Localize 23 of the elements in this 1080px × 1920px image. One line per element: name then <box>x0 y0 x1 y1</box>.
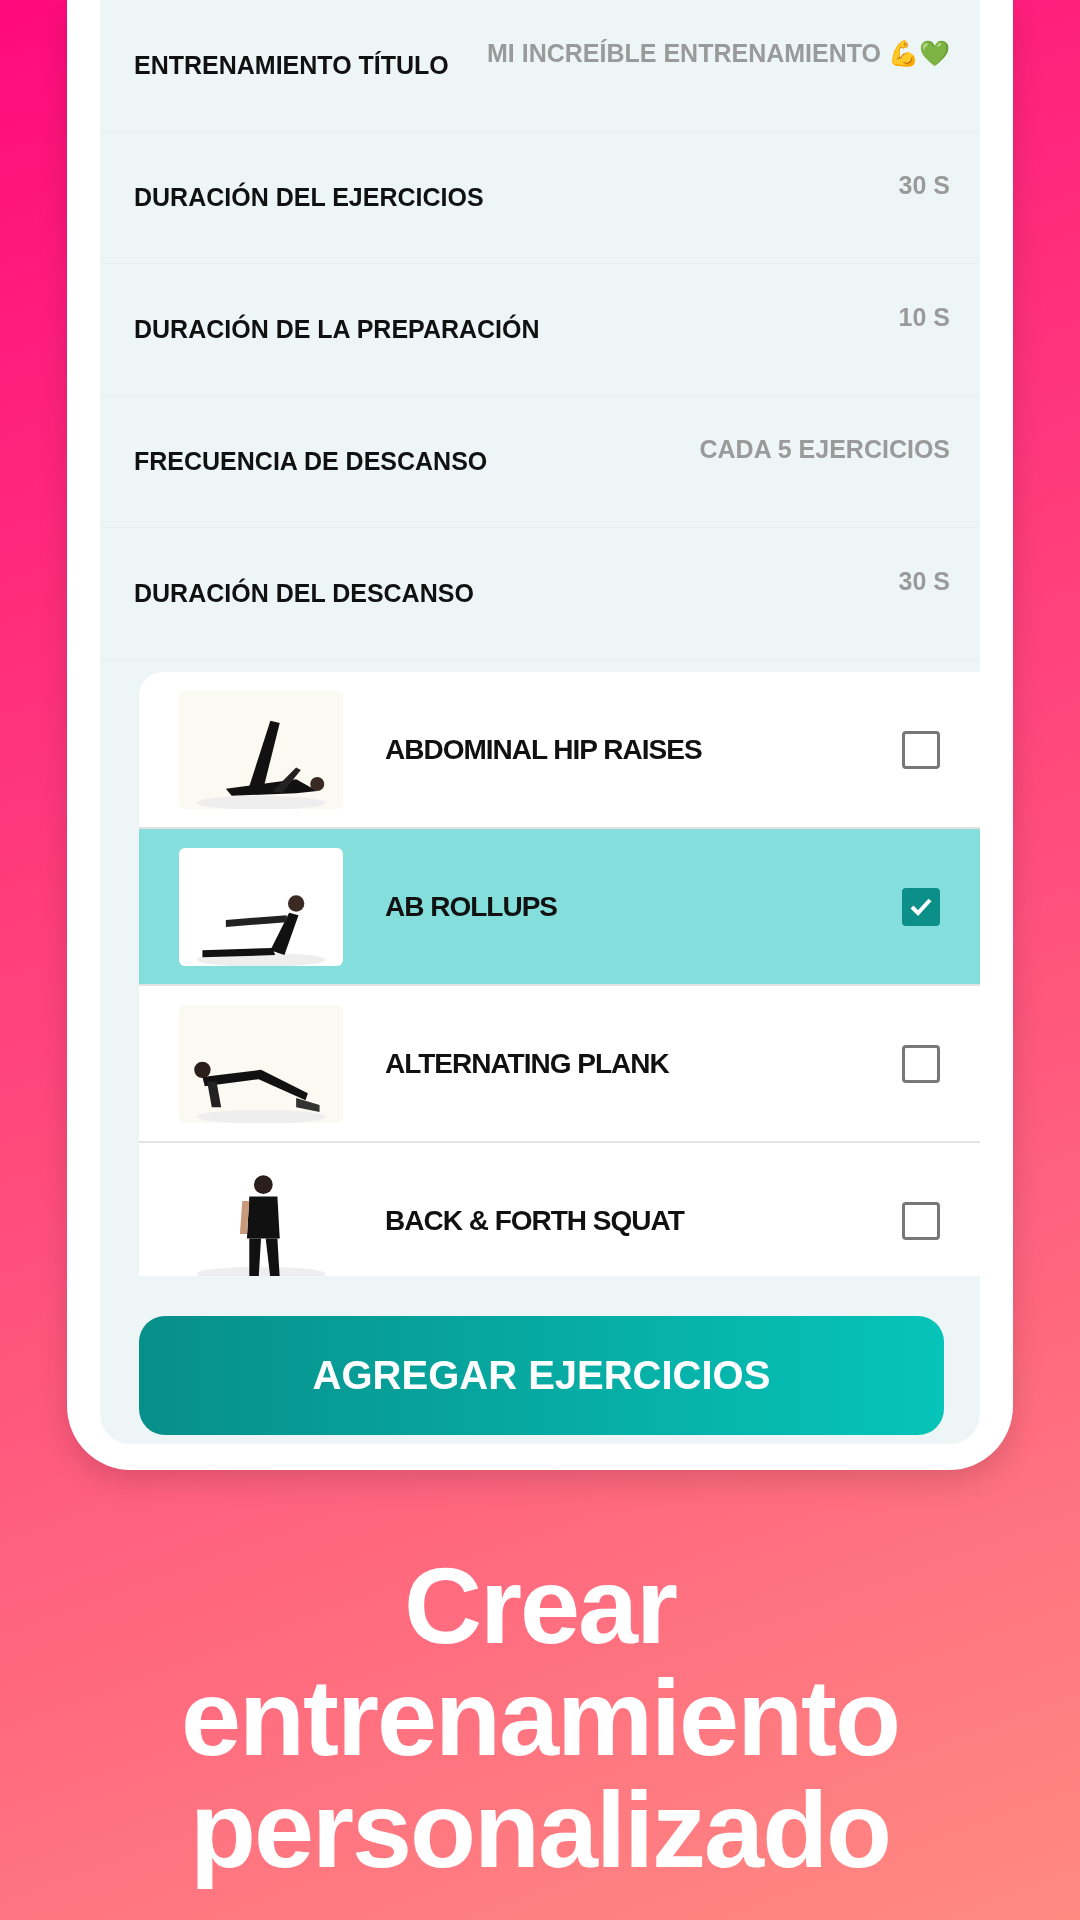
checkbox[interactable] <box>902 887 940 926</box>
setting-value[interactable]: 30 S <box>898 171 950 200</box>
setting-value[interactable]: MI INCREÍBLE ENTRENAMIENTO 💪💚 <box>487 39 950 68</box>
exercise-name: ABDOMINAL HIP RAISES <box>385 733 703 766</box>
setting-label: DURACIÓN DEL EJERCICIOS <box>134 183 484 212</box>
exercise-row[interactable]: AB ROLLUPS <box>139 829 980 986</box>
checkbox[interactable] <box>902 730 940 769</box>
exercise-row[interactable]: BACK & FORTH SQUAT <box>139 1143 980 1276</box>
checkbox[interactable] <box>902 1201 940 1240</box>
exercise-name: ALTERNATING PLANK <box>385 1047 670 1080</box>
exercise-row[interactable]: ALTERNATING PLANK <box>139 986 980 1143</box>
checkbox[interactable] <box>902 1044 940 1083</box>
setting-value[interactable]: CADA 5 EJERCICIOS <box>699 435 950 464</box>
setting-value[interactable]: 30 S <box>898 567 950 596</box>
setting-label: FRECUENCIA DE DESCANSO <box>134 447 488 476</box>
setting-label: ENTRENAMIENTO TÍTULO <box>134 51 449 80</box>
setting-label: DURACIÓN DE LA PREPARACIÓN <box>134 315 540 344</box>
setting-label: DURACIÓN DEL DESCANSO <box>134 579 474 608</box>
setting-value[interactable]: 10 S <box>898 303 950 332</box>
exercise-name: AB ROLLUPS <box>385 890 558 923</box>
exercise-name: BACK & FORTH SQUAT <box>385 1204 686 1237</box>
exercise-row[interactable]: ABDOMINAL HIP RAISES <box>139 672 980 829</box>
add-exercises-button[interactable]: AGREGAR EJERCICIOS <box>139 1316 944 1435</box>
